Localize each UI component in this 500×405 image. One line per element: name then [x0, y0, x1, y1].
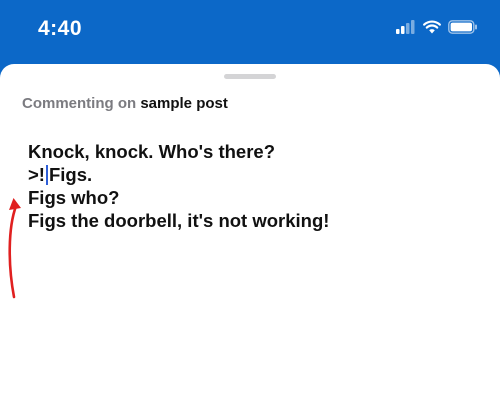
spoiler-open-tag: >! [28, 164, 45, 185]
commenting-on-header: Commenting on sample post [22, 95, 228, 112]
comment-sheet: Commenting on sample post Knock, knock. … [0, 64, 500, 405]
comment-line-1: Knock, knock. Who's there? [28, 141, 275, 162]
comment-line-3: Figs who? [28, 187, 120, 208]
commenting-on-label: Commenting on [22, 95, 137, 112]
text-cursor [45, 165, 48, 185]
post-name[interactable]: sample post [140, 95, 228, 112]
wifi-icon [423, 20, 441, 34]
battery-icon [448, 20, 477, 34]
cellular-signal-icon [396, 20, 415, 34]
sheet-grabber-handle[interactable] [224, 74, 276, 79]
status-time: 4:40 [38, 17, 83, 40]
phone-screen: 4:40 Commenting on sample post Knock, kn… [0, 0, 500, 405]
comment-text-editor[interactable]: Knock, knock. Who's there? >! Figs. Figs … [28, 140, 478, 232]
comment-line-4: Figs the doorbell, it's not working! [28, 210, 330, 231]
comment-line-2-text: Figs. [48, 164, 93, 185]
status-icons [396, 20, 478, 34]
comment-line-2: >! Figs. [28, 163, 478, 186]
status-bar: 4:40 [0, 0, 500, 64]
